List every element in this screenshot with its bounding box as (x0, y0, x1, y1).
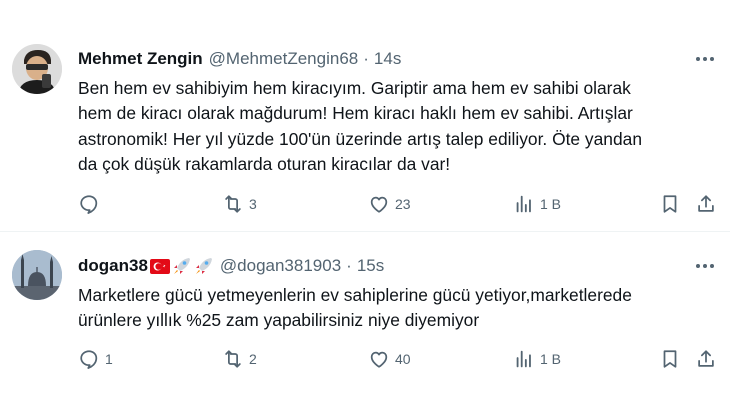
tweet-header: dogan38 @dogan381903 · 15s (78, 254, 384, 278)
view-count: 1 B (540, 351, 562, 367)
tweet-text-line: astronomik! Her yıl yüzde 100'ün üzerind… (78, 128, 642, 149)
like-count: 23 (395, 196, 411, 212)
reply-bubble-icon (80, 195, 98, 214)
reply-count: 1 (105, 351, 113, 367)
tweet-text-line: ürünlere yıllık %25 zam yapabilirsiniz n… (78, 310, 480, 331)
rocket-icon (173, 258, 190, 274)
tweet-text-line: da çok düşük rakamlarda oturan kiracılar… (78, 154, 451, 175)
bar-chart-icon (516, 195, 531, 213)
retweet-count: 2 (249, 351, 257, 367)
retweet-icon (225, 350, 241, 368)
bookmark-button[interactable] (659, 347, 681, 371)
reply-bubble-icon (80, 350, 98, 369)
user-handle[interactable]: @MehmetZengin68 (209, 49, 359, 69)
avatar[interactable] (12, 250, 62, 300)
bar-chart-icon (516, 350, 531, 368)
tweet-header: Mehmet Zengin @MehmetZengin68 · 14s (78, 47, 401, 71)
share-button[interactable] (695, 192, 717, 216)
tweet-actions: 1 2 40 1 B (0, 347, 730, 371)
views-button[interactable]: 1 B (513, 347, 561, 371)
heart-icon (370, 351, 388, 368)
heart-icon (370, 196, 388, 213)
tweet-text-line: Marketlere gücü yetmeyenlerin ev sahiple… (78, 285, 632, 305)
views-button[interactable]: 1 B (513, 192, 561, 216)
tweet-timestamp[interactable]: 15s (357, 256, 384, 276)
view-count: 1 B (540, 196, 562, 212)
retweet-icon (225, 195, 241, 213)
like-count: 40 (395, 351, 411, 367)
share-button[interactable] (695, 347, 717, 371)
bookmark-icon (663, 350, 677, 368)
more-dots-icon[interactable] (692, 256, 718, 276)
tweet-1[interactable]: Mehmet Zengin @MehmetZengin68 · 14s Ben … (0, 0, 730, 232)
tweet-text-line: hem de kiracı olarak mağdurum! Hem kirac… (78, 103, 633, 124)
turkey-flag-icon (149, 258, 170, 274)
retweet-count: 3 (249, 196, 257, 212)
mosque-avatar-image (12, 250, 62, 300)
tweet-text: Marketlere gücü yetmeyenlerin ev sahiple… (78, 283, 718, 334)
tweet-actions: 3 23 1 B (0, 192, 730, 216)
avatar[interactable] (12, 44, 62, 94)
share-upload-icon (698, 350, 714, 367)
name-emojis (149, 257, 214, 275)
tweet-text: Ben hem ev sahibiyim hem kiracıyım. Gari… (78, 76, 718, 178)
share-upload-icon (698, 195, 714, 212)
retweet-button[interactable]: 3 (222, 192, 257, 216)
user-handle[interactable]: @dogan381903 (220, 256, 341, 276)
tweet-text-line: Ben hem ev sahibiyim hem kiracıyım. Gari… (78, 78, 631, 98)
like-button[interactable]: 23 (368, 192, 411, 216)
separator-dot: · (363, 49, 369, 68)
more-dots-icon[interactable] (692, 49, 718, 69)
display-name[interactable]: dogan38 (78, 256, 148, 276)
display-name[interactable]: Mehmet Zengin (78, 49, 203, 69)
like-button[interactable]: 40 (368, 347, 411, 371)
bookmark-icon (663, 195, 677, 213)
rocket-icon (195, 258, 212, 274)
reply-button[interactable]: 1 (78, 347, 113, 371)
retweet-button[interactable]: 2 (222, 347, 257, 371)
bookmark-button[interactable] (659, 192, 681, 216)
separator-dot: · (346, 256, 352, 275)
tweet-2[interactable]: dogan38 @dogan381903 · 15s Marketlere gü… (0, 233, 730, 420)
reply-button[interactable] (78, 192, 105, 216)
tweet-timestamp[interactable]: 14s (374, 49, 401, 69)
user-avatar-image (12, 44, 62, 94)
